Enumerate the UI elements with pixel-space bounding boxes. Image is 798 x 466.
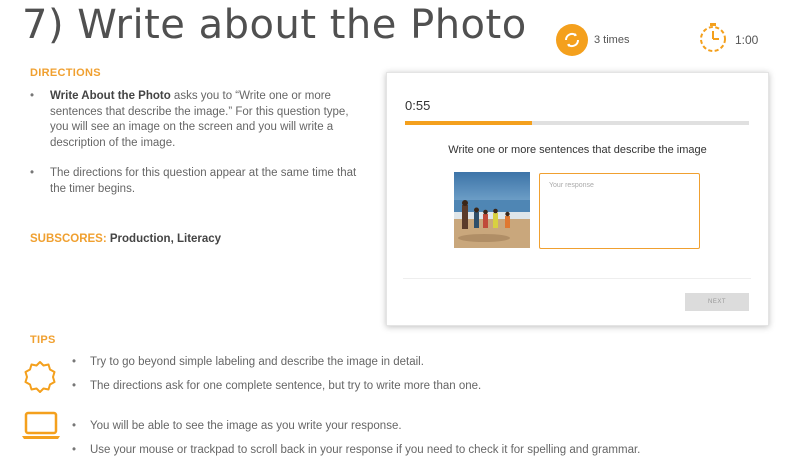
progress-bar [405,121,749,125]
beach-photo [454,172,530,248]
next-button[interactable]: NEXT [685,293,749,311]
progress-fill [405,121,533,125]
list-item: The directions ask for one complete sent… [72,378,481,402]
directions-list: Write About the Photo asks you to “Write… [30,89,360,212]
subscores-label: SUBSCORES: [30,233,107,245]
question-preview: 0:55 Write one or more sentences that de… [386,72,769,326]
direction-bold: Write About the Photo [50,90,171,102]
list-item: Write About the Photo asks you to “Write… [30,89,360,151]
list-item: Try to go beyond simple labeling and des… [72,354,481,378]
timer-value: 1:00 [735,32,759,47]
question-prompt: Write one or more sentences that describ… [448,144,707,156]
stopwatch-icon [697,22,729,57]
tips-group-2: You will be able to see the image as you… [72,418,640,466]
response-placeholder: Your response [549,182,594,189]
divider [403,278,751,279]
directions-heading: DIRECTIONS [30,67,101,79]
repeat-icon [556,24,588,56]
subscores-value: Production, Literacy [109,233,222,245]
tips-heading: TIPS [30,334,56,346]
page-title: 7) Write about the Photo [22,2,527,48]
tips-group-1: Try to go beyond simple labeling and des… [72,354,481,402]
list-item: Use your mouse or trackpad to scroll bac… [72,442,640,466]
question-timer: 0:55 [405,98,431,113]
repeat-badge: 3 times [556,24,629,56]
timer-badge: 1:00 [697,22,758,57]
list-item: You will be able to see the image as you… [72,418,640,442]
subscores: SUBSCORES: Production, Literacy [30,233,221,245]
laptop-icon [20,410,62,447]
repeat-count: 3 times [594,34,630,46]
response-textarea[interactable]: Your response [539,173,700,249]
list-item: The directions for this question appear … [30,166,360,197]
badge-icon [22,359,58,400]
direction-text: The directions for this question appear … [50,167,357,195]
